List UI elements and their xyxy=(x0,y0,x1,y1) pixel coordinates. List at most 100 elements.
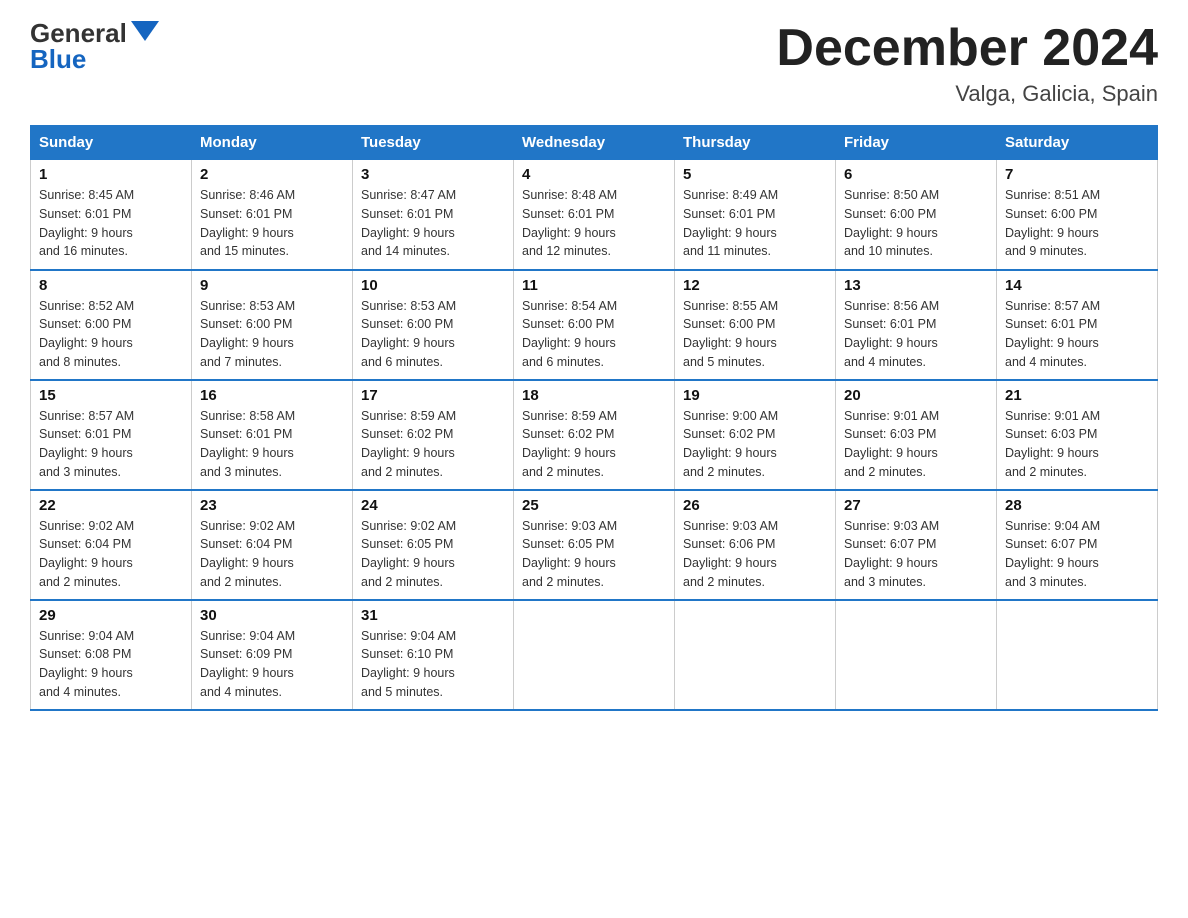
header-friday: Friday xyxy=(836,126,997,160)
day-number-21: 21 xyxy=(1005,387,1149,404)
day-cell-11: 11 Sunrise: 8:54 AMSunset: 6:00 PMDayligh… xyxy=(514,270,675,380)
day-info-13: Sunrise: 8:56 AMSunset: 6:01 PMDaylight:… xyxy=(844,297,988,372)
day-cell-20: 20 Sunrise: 9:01 AMSunset: 6:03 PMDayligh… xyxy=(836,380,997,490)
day-cell-18: 18Sunrise: 8:59 AMSunset: 6:02 PMDayligh… xyxy=(514,380,675,490)
header-monday: Monday xyxy=(192,126,353,160)
day-cell-30: 30Sunrise: 9:04 AMSunset: 6:09 PMDayligh… xyxy=(192,600,353,710)
day-cell-2: 2 Sunrise: 8:46 AMSunset: 6:01 PMDaylight… xyxy=(192,160,353,270)
week-row-2: 8 Sunrise: 8:52 AMSunset: 6:00 PMDaylight… xyxy=(31,270,1158,380)
day-number-7: 7 xyxy=(1005,166,1149,183)
day-info-28: Sunrise: 9:04 AMSunset: 6:07 PMDaylight:… xyxy=(1005,517,1149,592)
day-cell-14: 14Sunrise: 8:57 AMSunset: 6:01 PMDayligh… xyxy=(997,270,1158,380)
day-info-22: Sunrise: 9:02 AMSunset: 6:04 PMDaylight:… xyxy=(39,517,183,592)
title-block: December 2024 Valga, Galicia, Spain xyxy=(776,20,1158,107)
day-number-15: 15 xyxy=(39,387,183,404)
day-number-11: 11 xyxy=(522,277,666,294)
day-number-31: 31 xyxy=(361,607,505,624)
day-number-26: 26 xyxy=(683,497,827,514)
day-info-16: Sunrise: 8:58 AMSunset: 6:01 PMDaylight:… xyxy=(200,407,344,482)
logo-triangle-icon xyxy=(131,21,159,41)
day-info-4: Sunrise: 8:48 AMSunset: 6:01 PMDaylight:… xyxy=(522,186,666,261)
day-cell-24: 24 Sunrise: 9:02 AMSunset: 6:05 PMDayligh… xyxy=(353,490,514,600)
location: Valga, Galicia, Spain xyxy=(776,81,1158,107)
day-info-19: Sunrise: 9:00 AMSunset: 6:02 PMDaylight:… xyxy=(683,407,827,482)
day-number-14: 14 xyxy=(1005,277,1149,294)
week-row-5: 29Sunrise: 9:04 AMSunset: 6:08 PMDayligh… xyxy=(31,600,1158,710)
month-title: December 2024 xyxy=(776,20,1158,77)
day-info-25: Sunrise: 9:03 AMSunset: 6:05 PMDaylight:… xyxy=(522,517,666,592)
logo-general: General xyxy=(30,20,127,46)
day-info-30: Sunrise: 9:04 AMSunset: 6:09 PMDaylight:… xyxy=(200,627,344,702)
week-row-4: 22 Sunrise: 9:02 AMSunset: 6:04 PMDayligh… xyxy=(31,490,1158,600)
day-number-9: 9 xyxy=(200,277,344,294)
day-cell-5: 5Sunrise: 8:49 AMSunset: 6:01 PMDaylight… xyxy=(675,160,836,270)
day-number-16: 16 xyxy=(200,387,344,404)
day-info-21: Sunrise: 9:01 AMSunset: 6:03 PMDaylight:… xyxy=(1005,407,1149,482)
day-cell-17: 17Sunrise: 8:59 AMSunset: 6:02 PMDayligh… xyxy=(353,380,514,490)
day-number-20: 20 xyxy=(844,387,988,404)
day-info-11: Sunrise: 8:54 AMSunset: 6:00 PMDaylight:… xyxy=(522,297,666,372)
day-info-1: Sunrise: 8:45 AMSunset: 6:01 PMDaylight:… xyxy=(39,186,183,261)
empty-cell-4-3 xyxy=(514,600,675,710)
day-cell-4: 4 Sunrise: 8:48 AMSunset: 6:01 PMDaylight… xyxy=(514,160,675,270)
day-cell-12: 12 Sunrise: 8:55 AMSunset: 6:00 PMDayligh… xyxy=(675,270,836,380)
day-cell-22: 22 Sunrise: 9:02 AMSunset: 6:04 PMDayligh… xyxy=(31,490,192,600)
day-number-10: 10 xyxy=(361,277,505,294)
day-number-12: 12 xyxy=(683,277,827,294)
day-number-6: 6 xyxy=(844,166,988,183)
day-number-22: 22 xyxy=(39,497,183,514)
day-number-29: 29 xyxy=(39,607,183,624)
day-number-4: 4 xyxy=(522,166,666,183)
page-header: General Blue December 2024 Valga, Galici… xyxy=(30,20,1158,107)
day-cell-6: 6 Sunrise: 8:50 AMSunset: 6:00 PMDaylight… xyxy=(836,160,997,270)
day-info-3: Sunrise: 8:47 AMSunset: 6:01 PMDaylight:… xyxy=(361,186,505,261)
day-info-26: Sunrise: 9:03 AMSunset: 6:06 PMDaylight:… xyxy=(683,517,827,592)
week-row-3: 15 Sunrise: 8:57 AMSunset: 6:01 PMDayligh… xyxy=(31,380,1158,490)
day-number-1: 1 xyxy=(39,166,183,183)
day-info-10: Sunrise: 8:53 AMSunset: 6:00 PMDaylight:… xyxy=(361,297,505,372)
day-cell-16: 16 Sunrise: 8:58 AMSunset: 6:01 PMDayligh… xyxy=(192,380,353,490)
day-cell-29: 29Sunrise: 9:04 AMSunset: 6:08 PMDayligh… xyxy=(31,600,192,710)
day-number-2: 2 xyxy=(200,166,344,183)
day-cell-8: 8 Sunrise: 8:52 AMSunset: 6:00 PMDaylight… xyxy=(31,270,192,380)
day-info-12: Sunrise: 8:55 AMSunset: 6:00 PMDaylight:… xyxy=(683,297,827,372)
day-number-28: 28 xyxy=(1005,497,1149,514)
day-number-8: 8 xyxy=(39,277,183,294)
day-number-23: 23 xyxy=(200,497,344,514)
day-info-2: Sunrise: 8:46 AMSunset: 6:01 PMDaylight:… xyxy=(200,186,344,261)
day-cell-31: 31Sunrise: 9:04 AMSunset: 6:10 PMDayligh… xyxy=(353,600,514,710)
logo: General Blue xyxy=(30,20,159,72)
header-wednesday: Wednesday xyxy=(514,126,675,160)
day-cell-3: 3 Sunrise: 8:47 AMSunset: 6:01 PMDaylight… xyxy=(353,160,514,270)
day-cell-28: 28 Sunrise: 9:04 AMSunset: 6:07 PMDayligh… xyxy=(997,490,1158,600)
day-info-18: Sunrise: 8:59 AMSunset: 6:02 PMDaylight:… xyxy=(522,407,666,482)
empty-cell-4-6 xyxy=(997,600,1158,710)
day-number-13: 13 xyxy=(844,277,988,294)
day-number-3: 3 xyxy=(361,166,505,183)
day-info-23: Sunrise: 9:02 AMSunset: 6:04 PMDaylight:… xyxy=(200,517,344,592)
day-cell-15: 15 Sunrise: 8:57 AMSunset: 6:01 PMDayligh… xyxy=(31,380,192,490)
header-sunday: Sunday xyxy=(31,126,192,160)
day-number-24: 24 xyxy=(361,497,505,514)
day-cell-26: 26 Sunrise: 9:03 AMSunset: 6:06 PMDayligh… xyxy=(675,490,836,600)
day-info-6: Sunrise: 8:50 AMSunset: 6:00 PMDaylight:… xyxy=(844,186,988,261)
day-cell-23: 23 Sunrise: 9:02 AMSunset: 6:04 PMDayligh… xyxy=(192,490,353,600)
empty-cell-4-4 xyxy=(675,600,836,710)
day-cell-1: 1 Sunrise: 8:45 AMSunset: 6:01 PMDaylight… xyxy=(31,160,192,270)
day-info-8: Sunrise: 8:52 AMSunset: 6:00 PMDaylight:… xyxy=(39,297,183,372)
day-cell-10: 10 Sunrise: 8:53 AMSunset: 6:00 PMDayligh… xyxy=(353,270,514,380)
day-info-24: Sunrise: 9:02 AMSunset: 6:05 PMDaylight:… xyxy=(361,517,505,592)
day-number-25: 25 xyxy=(522,497,666,514)
day-number-27: 27 xyxy=(844,497,988,514)
day-info-20: Sunrise: 9:01 AMSunset: 6:03 PMDaylight:… xyxy=(844,407,988,482)
day-info-15: Sunrise: 8:57 AMSunset: 6:01 PMDaylight:… xyxy=(39,407,183,482)
calendar-table: SundayMondayTuesdayWednesdayThursdayFrid… xyxy=(30,125,1158,711)
header-tuesday: Tuesday xyxy=(353,126,514,160)
day-cell-9: 9Sunrise: 8:53 AMSunset: 6:00 PMDaylight… xyxy=(192,270,353,380)
week-row-1: 1 Sunrise: 8:45 AMSunset: 6:01 PMDaylight… xyxy=(31,160,1158,270)
day-cell-27: 27 Sunrise: 9:03 AMSunset: 6:07 PMDayligh… xyxy=(836,490,997,600)
day-number-19: 19 xyxy=(683,387,827,404)
header-thursday: Thursday xyxy=(675,126,836,160)
day-info-27: Sunrise: 9:03 AMSunset: 6:07 PMDaylight:… xyxy=(844,517,988,592)
day-cell-25: 25 Sunrise: 9:03 AMSunset: 6:05 PMDayligh… xyxy=(514,490,675,600)
